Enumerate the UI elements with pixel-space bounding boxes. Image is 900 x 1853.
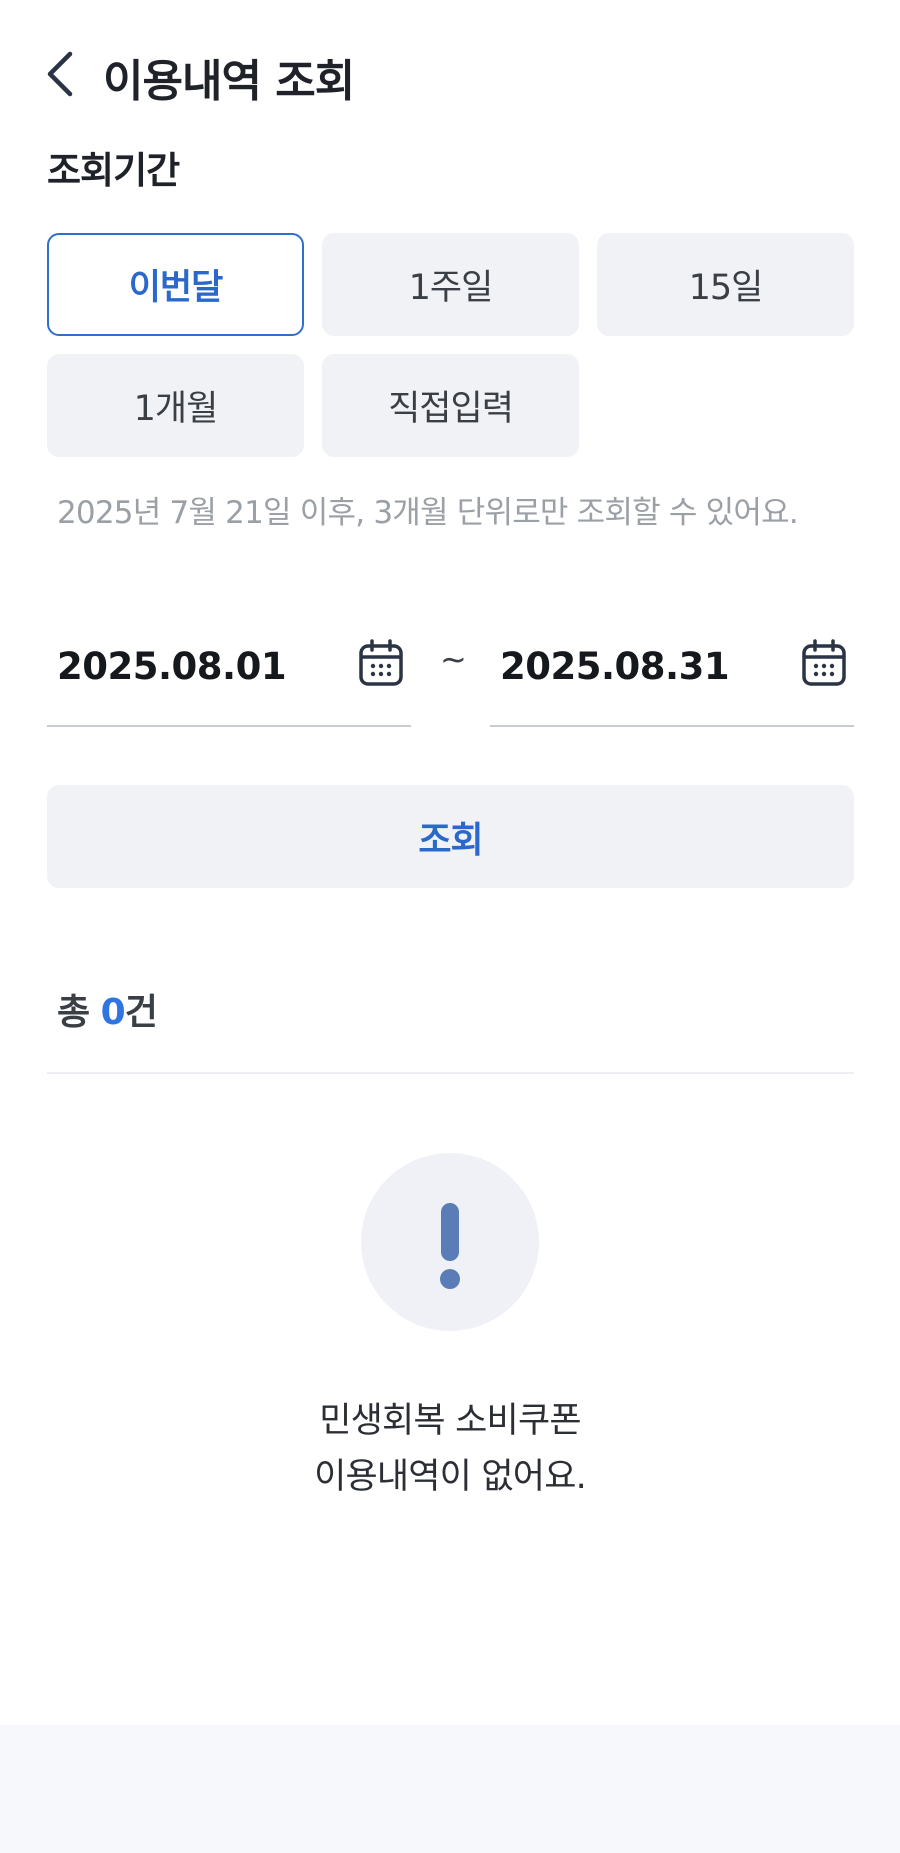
bottom-area: [0, 1725, 900, 1853]
period-option-this-month[interactable]: 이번달: [47, 233, 304, 336]
calendar-icon[interactable]: [800, 638, 848, 688]
divider: [47, 1072, 854, 1074]
result-count-prefix: 총: [57, 992, 101, 1033]
result-count: 총 0건: [57, 983, 158, 1035]
calendar-icon[interactable]: [357, 638, 405, 688]
date-separator: ~: [440, 640, 467, 678]
usage-history-page: 이용내역 조회 조회기간 이번달 1주일 15일 1개월 직접입력 2025년 …: [0, 0, 900, 1853]
empty-state-message: 민생회복 소비쿠폰 이용내역이 없어요.: [0, 1393, 900, 1505]
start-date-field[interactable]: 2025.08.01: [47, 620, 411, 727]
period-option-15-days[interactable]: 15일: [597, 233, 854, 336]
period-option-custom[interactable]: 직접입력: [322, 354, 579, 457]
period-notice: 2025년 7월 21일 이후, 3개월 단위로만 조회할 수 있어요.: [57, 495, 799, 531]
chevron-left-icon: [47, 51, 73, 97]
exclamation-dot: [440, 1269, 460, 1289]
result-count-suffix: 건: [124, 992, 158, 1033]
header: 이용내역 조회: [0, 0, 900, 150]
period-label: 조회기간: [47, 149, 180, 192]
period-option-1-month[interactable]: 1개월: [47, 354, 304, 457]
empty-state-line1: 민생회복 소비쿠폰: [319, 1401, 581, 1441]
back-button[interactable]: [40, 48, 88, 100]
end-date-field[interactable]: 2025.08.31: [490, 620, 854, 727]
end-date-value: 2025.08.31: [500, 645, 730, 688]
exclamation-bar: [441, 1203, 459, 1261]
result-count-number: 0: [100, 992, 126, 1033]
start-date-value: 2025.08.01: [57, 645, 287, 688]
period-option-1-week[interactable]: 1주일: [322, 233, 579, 336]
exclamation-icon: [361, 1153, 539, 1331]
page-title: 이용내역 조회: [103, 56, 355, 107]
search-button[interactable]: 조회: [47, 785, 854, 888]
empty-state-line2: 이용내역이 없어요.: [314, 1457, 587, 1497]
